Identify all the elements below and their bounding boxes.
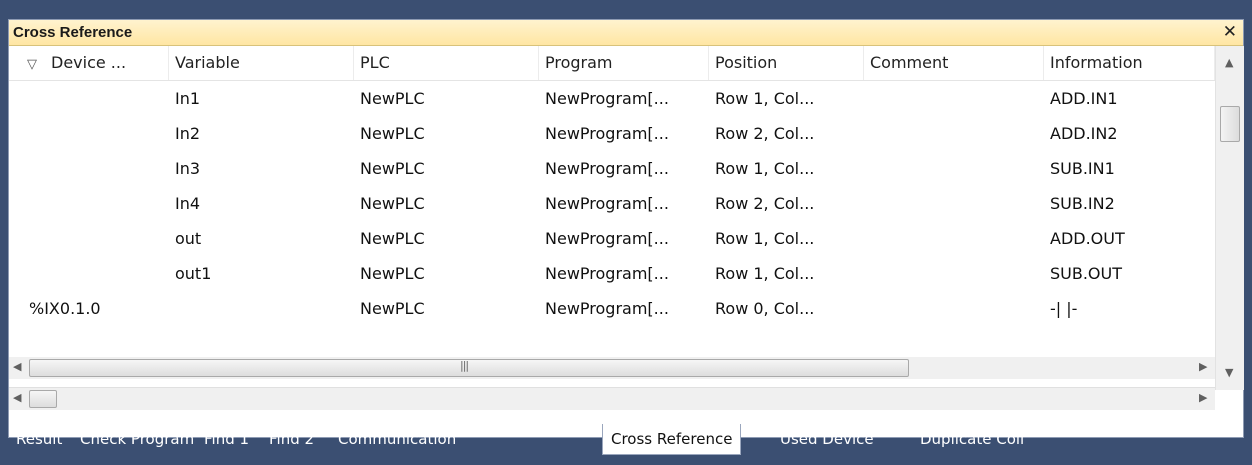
cell-program: NewProgram[... bbox=[545, 229, 669, 248]
tab-find-2[interactable]: Find 2 bbox=[269, 424, 314, 454]
cell-device: %IX0.1.0 bbox=[29, 299, 101, 318]
column-header-device[interactable]: ▽ Device ... bbox=[19, 46, 169, 80]
cell-program: NewProgram[... bbox=[545, 124, 669, 143]
cell-information: SUB.IN1 bbox=[1050, 159, 1115, 178]
cell-comment bbox=[864, 256, 1044, 291]
table-body: In1 NewPLC NewProgram[... Row 1, Col... … bbox=[9, 81, 1215, 366]
cell-device bbox=[19, 186, 169, 221]
cell-program: NewProgram[... bbox=[545, 264, 669, 283]
cell-program: NewProgram[... bbox=[545, 159, 669, 178]
horizontal-scrollbar-main[interactable]: ◀ ||| ▶ bbox=[9, 357, 1215, 379]
cell-program: NewProgram[... bbox=[545, 194, 669, 213]
table-row[interactable]: In2 NewPLC NewProgram[... Row 2, Col... … bbox=[9, 116, 1215, 151]
cell-information: ADD.OUT bbox=[1050, 229, 1125, 248]
cell-comment bbox=[864, 186, 1044, 221]
tab-cross-reference[interactable]: Cross Reference bbox=[602, 424, 742, 455]
cell-position: Row 1, Col... bbox=[715, 89, 815, 108]
column-header-variable[interactable]: Variable bbox=[169, 46, 354, 80]
scroll-right-arrow-icon[interactable]: ▶ bbox=[1199, 360, 1207, 373]
cell-plc: NewPLC bbox=[360, 124, 425, 143]
tab-find-1[interactable]: Find 1 bbox=[204, 424, 249, 454]
cell-device bbox=[19, 151, 169, 186]
table-row[interactable]: In3 NewPLC NewProgram[... Row 1, Col... … bbox=[9, 151, 1215, 186]
cell-comment bbox=[864, 221, 1044, 256]
cell-plc: NewPLC bbox=[360, 194, 425, 213]
cell-plc: NewPLC bbox=[360, 264, 425, 283]
grip-icon: ||| bbox=[460, 359, 469, 372]
cell-variable: In3 bbox=[175, 159, 201, 178]
column-header-plc[interactable]: PLC bbox=[354, 46, 539, 80]
cross-reference-panel: Cross Reference ✕ ▽ Device ... Variable P… bbox=[8, 19, 1244, 438]
column-header-information[interactable]: Information bbox=[1044, 46, 1215, 80]
tab-result[interactable]: Result bbox=[16, 424, 62, 454]
horizontal-scrollbar-secondary[interactable]: ◀ ▶ bbox=[9, 387, 1215, 410]
cell-comment bbox=[864, 291, 1044, 326]
panel-title: Cross Reference bbox=[13, 24, 133, 41]
tab-duplicate-coil[interactable]: Duplicate Coil bbox=[920, 424, 1024, 454]
cell-variable: In4 bbox=[175, 194, 201, 213]
cell-plc: NewPLC bbox=[360, 299, 425, 318]
panel-titlebar: Cross Reference ✕ bbox=[9, 20, 1243, 46]
table-row[interactable]: out1 NewPLC NewProgram[... Row 1, Col...… bbox=[9, 256, 1215, 291]
tab-check-program[interactable]: Check Program bbox=[80, 424, 194, 454]
cell-device bbox=[19, 81, 169, 116]
sort-filter-icon[interactable]: ▽ bbox=[27, 57, 37, 72]
cell-variable: In2 bbox=[175, 124, 201, 143]
cell-variable: out1 bbox=[175, 264, 212, 283]
cell-variable: In1 bbox=[175, 89, 201, 108]
table-row[interactable]: %IX0.1.0 NewPLC NewProgram[... Row 0, Co… bbox=[9, 291, 1215, 326]
scroll-right-arrow-icon[interactable]: ▶ bbox=[1199, 391, 1207, 404]
cell-program: NewProgram[... bbox=[545, 299, 669, 318]
tab-communication[interactable]: Communication bbox=[338, 424, 456, 454]
cell-plc: NewPLC bbox=[360, 159, 425, 178]
cell-position: Row 1, Col... bbox=[715, 159, 815, 178]
cell-position: Row 2, Col... bbox=[715, 194, 815, 213]
scroll-up-arrow-icon[interactable]: ▲ bbox=[1225, 56, 1233, 69]
cell-program: NewProgram[... bbox=[545, 89, 669, 108]
cell-variable: out bbox=[175, 229, 202, 248]
horizontal-scroll-thumb[interactable]: ||| bbox=[29, 359, 909, 377]
cell-plc: NewPLC bbox=[360, 89, 425, 108]
cell-comment bbox=[864, 116, 1044, 151]
cell-position: Row 1, Col... bbox=[715, 229, 815, 248]
column-header-position[interactable]: Position bbox=[709, 46, 864, 80]
table-row[interactable]: out NewPLC NewProgram[... Row 1, Col... … bbox=[9, 221, 1215, 256]
cell-position: Row 2, Col... bbox=[715, 124, 815, 143]
cell-position: Row 1, Col... bbox=[715, 264, 815, 283]
cell-device bbox=[19, 221, 169, 256]
cell-information: ADD.IN2 bbox=[1050, 124, 1118, 143]
cell-information: ADD.IN1 bbox=[1050, 89, 1118, 108]
horizontal-scroll-thumb-small[interactable] bbox=[29, 390, 57, 408]
cell-comment bbox=[864, 151, 1044, 186]
vertical-scroll-thumb[interactable] bbox=[1220, 106, 1240, 142]
column-header-program[interactable]: Program bbox=[539, 46, 709, 80]
column-header-comment[interactable]: Comment bbox=[864, 46, 1044, 80]
cell-device bbox=[19, 116, 169, 151]
tab-used-device[interactable]: Used Device bbox=[780, 424, 874, 454]
table-row[interactable]: In4 NewPLC NewProgram[... Row 2, Col... … bbox=[9, 186, 1215, 221]
cell-position: Row 0, Col... bbox=[715, 299, 815, 318]
scroll-left-arrow-icon[interactable]: ◀ bbox=[13, 391, 21, 404]
scroll-left-arrow-icon[interactable]: ◀ bbox=[13, 360, 21, 373]
table-header: ▽ Device ... Variable PLC Program Positio… bbox=[9, 46, 1215, 81]
output-tab-bar: Result Check Program Find 1 Find 2 Commu… bbox=[8, 424, 1244, 456]
cell-variable bbox=[169, 291, 354, 326]
vertical-scrollbar[interactable]: ▲ ▼ bbox=[1215, 46, 1244, 390]
close-icon[interactable]: ✕ bbox=[1223, 22, 1237, 42]
scroll-down-arrow-icon[interactable]: ▼ bbox=[1225, 366, 1233, 379]
cell-plc: NewPLC bbox=[360, 229, 425, 248]
cell-comment bbox=[864, 81, 1044, 116]
table-row[interactable]: In1 NewPLC NewProgram[... Row 1, Col... … bbox=[9, 81, 1215, 116]
cell-device bbox=[19, 256, 169, 291]
cell-information: SUB.IN2 bbox=[1050, 194, 1115, 213]
cell-information: SUB.OUT bbox=[1050, 264, 1123, 283]
cell-information: -| |- bbox=[1050, 299, 1078, 318]
